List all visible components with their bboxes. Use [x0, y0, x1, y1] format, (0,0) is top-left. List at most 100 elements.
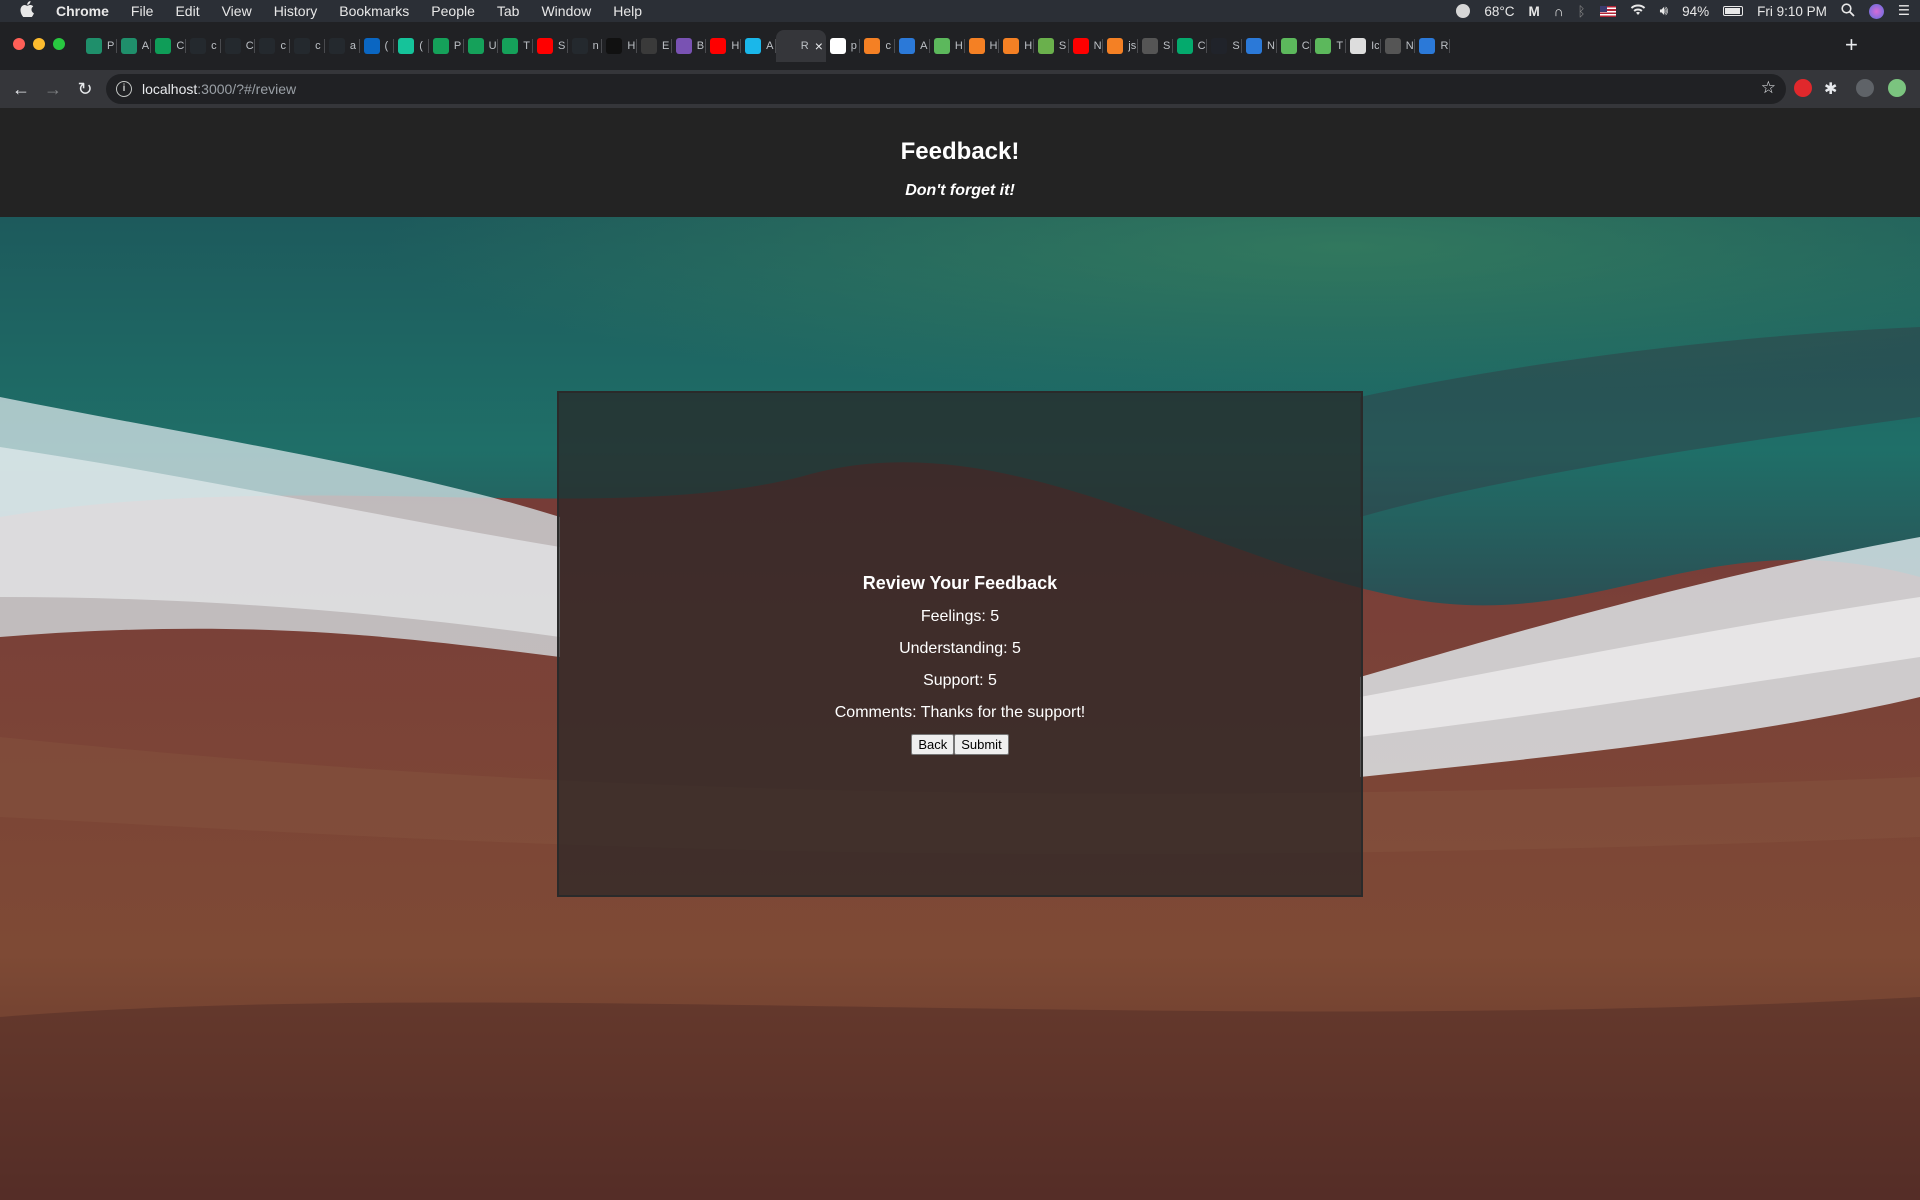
siri-icon[interactable] [1868, 3, 1884, 19]
tab-label: A [141, 40, 150, 52]
back-button[interactable]: Back [911, 734, 955, 755]
browser-tab[interactable]: H [930, 30, 965, 62]
browser-tab[interactable]: C [151, 30, 186, 62]
temperature-readout[interactable]: 68°C [1484, 4, 1514, 19]
browser-tab[interactable]: A [895, 30, 930, 62]
url-text[interactable]: localhost:3000/?#/review [142, 81, 296, 97]
window-minimize-button[interactable] [33, 38, 45, 50]
browser-tab[interactable]: c [186, 30, 221, 62]
menu-edit[interactable]: Edit [175, 3, 199, 19]
browser-tab[interactable]: a [325, 30, 360, 62]
menu-people[interactable]: People [431, 3, 475, 19]
browser-tab[interactable]: ( [360, 30, 395, 62]
browser-tab[interactable]: R [1415, 30, 1450, 62]
site-info-icon[interactable]: i [116, 81, 132, 97]
volume-icon[interactable]: 🔊︎ [1660, 3, 1669, 19]
browser-tab[interactable]: P [82, 30, 117, 62]
browser-tab[interactable]: H [999, 30, 1034, 62]
menu-bookmarks[interactable]: Bookmarks [339, 3, 409, 19]
battery-percent[interactable]: 94% [1682, 4, 1709, 19]
browser-tab[interactable]: S [1034, 30, 1069, 62]
browser-tab[interactable]: T [498, 30, 533, 62]
window-close-button[interactable] [13, 38, 25, 50]
window-maximize-button[interactable] [53, 38, 65, 50]
tab-label: P [107, 40, 115, 52]
hardware-monitor-icon[interactable] [1456, 4, 1471, 18]
vscode-icon [1419, 38, 1436, 54]
new-tab-button[interactable]: + [1845, 34, 1858, 56]
sheets-icon [86, 38, 102, 54]
browser-tab[interactable]: S [1207, 30, 1242, 62]
tab-label: A [920, 40, 928, 52]
wifi-icon[interactable] [1630, 3, 1646, 19]
github-icon [571, 38, 588, 54]
browser-tab[interactable]: c [255, 30, 290, 62]
browser-tab[interactable]: Ic [1346, 30, 1381, 62]
extensions-puzzle-icon[interactable]: ✱ [1824, 79, 1842, 98]
browser-tab[interactable]: T [1311, 30, 1346, 62]
browser-tab[interactable]: c [860, 30, 895, 62]
vimeo-icon [745, 38, 762, 54]
apple-menu-icon[interactable] [20, 1, 38, 21]
tab-label: Ic [1371, 40, 1380, 52]
browser-tab[interactable]: N [1381, 30, 1416, 62]
browser-tab[interactable]: H [706, 30, 741, 62]
tab-label: H [954, 40, 963, 52]
browser-tab[interactable]: H [602, 30, 637, 62]
tab-label: T [1336, 40, 1344, 52]
browser-tab[interactable]: B [672, 30, 707, 62]
menu-window[interactable]: Window [541, 3, 591, 19]
github-icon [328, 38, 345, 54]
tab-label: c [280, 40, 286, 52]
bookmark-star-icon[interactable]: ☆ [1761, 78, 1776, 98]
us-flag-icon[interactable] [1599, 5, 1616, 17]
stackoverflow-icon [864, 38, 881, 54]
browser-tab[interactable]: p [826, 30, 861, 62]
browser-tab[interactable]: c [290, 30, 325, 62]
browser-tab[interactable]: ( [394, 30, 429, 62]
browser-tab[interactable]: A [117, 30, 152, 62]
tab-label: c [211, 40, 217, 52]
tab-label: ( [384, 40, 389, 52]
browser-tab[interactable]: C [1173, 30, 1208, 62]
browser-toolbar: ← → ↻ i localhost:3000/?#/review ☆ ✱ [0, 70, 1920, 108]
clock[interactable]: Fri 9:10 PM [1757, 4, 1827, 19]
browser-tab[interactable]: n [568, 30, 603, 62]
menu-tab[interactable]: Tab [497, 3, 520, 19]
browser-tab[interactable]: A [741, 30, 776, 62]
menu-view[interactable]: View [222, 3, 252, 19]
tab-active[interactable]: R × [775, 30, 826, 62]
browser-tab[interactable]: N [1242, 30, 1277, 62]
browser-tab[interactable]: C [221, 30, 256, 62]
browser-tab[interactable]: H [965, 30, 1000, 62]
browser-tab[interactable]: js [1103, 30, 1138, 62]
menu-history[interactable]: History [274, 3, 318, 19]
spotlight-search-icon[interactable] [1841, 2, 1855, 20]
extension-adblock-icon[interactable] [1794, 79, 1812, 97]
forward-arrow-icon[interactable]: → [42, 78, 64, 100]
menu-help[interactable]: Help [613, 3, 642, 19]
browser-tab[interactable]: P [429, 30, 464, 62]
tab-label: H [731, 40, 740, 52]
browser-tab[interactable]: C [1277, 30, 1312, 62]
menu-app-name[interactable]: Chrome [56, 3, 109, 19]
tab-close-icon[interactable]: × [815, 38, 823, 54]
battery-charging-icon[interactable] [1723, 6, 1744, 16]
browser-tab[interactable]: S [1138, 30, 1173, 62]
browser-tab[interactable]: E [637, 30, 672, 62]
profile-avatar[interactable] [1856, 79, 1874, 97]
address-bar[interactable]: i localhost:3000/?#/review ☆ [106, 74, 1786, 104]
menu-file[interactable]: File [131, 3, 154, 19]
support-value: Support: 5 [923, 672, 997, 689]
reload-icon[interactable]: ↻ [74, 78, 96, 100]
browser-tab[interactable]: N [1069, 30, 1104, 62]
browser-tab[interactable]: S [533, 30, 568, 62]
back-arrow-icon[interactable]: ← [10, 78, 32, 100]
arc-icon[interactable]: ∩ [1554, 4, 1564, 19]
notification-center-icon[interactable]: ☰ [1898, 3, 1910, 19]
browser-tab[interactable]: U [464, 30, 499, 62]
submit-button[interactable]: Submit [954, 734, 1009, 755]
bluetooth-icon[interactable]: ᛒ [1577, 4, 1585, 19]
malwarebytes-icon[interactable]: M [1529, 4, 1540, 19]
extension-green-icon[interactable] [1888, 79, 1906, 97]
